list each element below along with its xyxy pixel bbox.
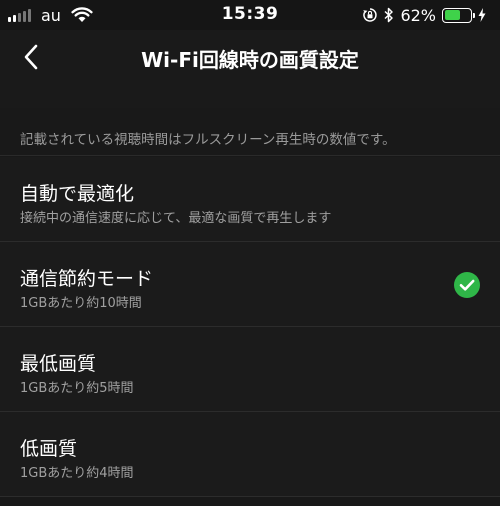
option-title: 低画質 — [20, 438, 78, 460]
battery-level-fill — [444, 10, 460, 20]
checkmark-icon — [454, 272, 480, 298]
battery-icon — [442, 7, 475, 23]
status-bar: au 15:39 62% — [0, 0, 500, 30]
bluetooth-icon — [384, 7, 394, 23]
option-title: 通信節約モード — [20, 268, 154, 290]
option-title: 最低画質 — [20, 353, 97, 375]
page-title: Wi-Fi回線時の画質設定 — [141, 48, 359, 72]
battery-percent: 62% — [400, 5, 436, 25]
option-auto-optimize[interactable]: 自動で最適化 接続中の通信速度に応じて、最適な画質で再生します — [0, 157, 500, 242]
option-lowest-quality[interactable]: 最低画質 1GBあたり約5時間 — [0, 327, 500, 412]
quality-options-list: 自動で最適化 接続中の通信速度に応じて、最適な画質で再生します 通信節約モード … — [0, 157, 500, 497]
option-title: 自動で最適化 — [20, 183, 135, 205]
option-data-saver[interactable]: 通信節約モード 1GBあたり約10時間 — [0, 242, 500, 327]
option-subtitle: 接続中の通信速度に応じて、最適な画質で再生します — [20, 211, 332, 226]
option-subtitle: 1GBあたり約5時間 — [20, 381, 134, 396]
option-subtitle: 1GBあたり約10時間 — [20, 296, 142, 311]
orientation-lock-icon — [363, 8, 378, 22]
status-right: 62% — [362, 5, 492, 25]
screen: au 15:39 62% Wi-Fi回線時の画質設定 記載されている視聴時間はフ… — [0, 0, 500, 506]
note-text: 記載されている視聴時間はフルスクリーン再生時の数値です。 — [20, 132, 396, 148]
charging-icon — [478, 8, 486, 22]
option-low-quality[interactable]: 低画質 1GBあたり約4時間 — [0, 412, 500, 497]
option-subtitle: 1GBあたり約4時間 — [20, 466, 134, 481]
info-note: 記載されている視聴時間はフルスクリーン再生時の数値です。 — [0, 108, 500, 156]
nav-bar: Wi-Fi回線時の画質設定 — [0, 30, 500, 108]
